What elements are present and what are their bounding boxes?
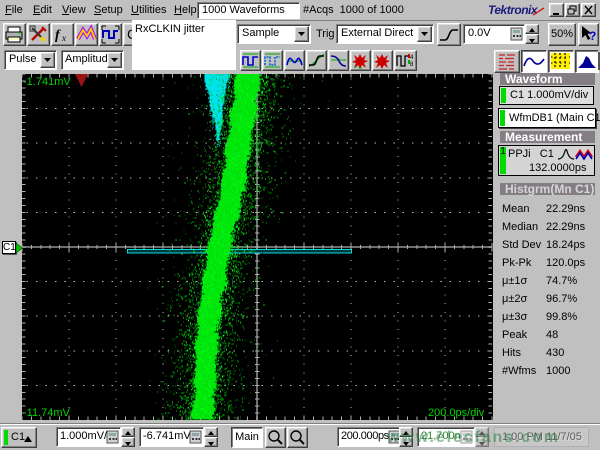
svg-text:x: x	[61, 33, 66, 43]
svg-text:?: ?	[589, 29, 596, 43]
svg-text:8: 8	[410, 62, 414, 68]
svg-text:f: f	[55, 28, 61, 43]
svg-text:4: 4	[410, 55, 414, 61]
